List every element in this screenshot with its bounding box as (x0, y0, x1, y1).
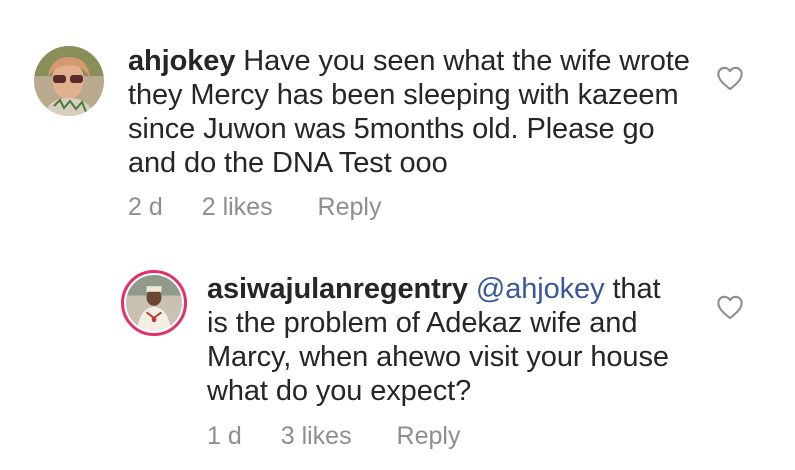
comment-username[interactable]: ahjokey (128, 45, 235, 77)
comment-1: ahjokey Have you seen what the wife wrot… (0, 0, 795, 240)
like-button[interactable] (716, 65, 744, 91)
comment-meta: 2 d 2 likes Reply (128, 193, 381, 222)
comment-likes[interactable]: 3 likes (281, 422, 352, 451)
heart-outline-icon (717, 295, 743, 320)
comment-body: asiwajulanregentry @ahjokey that is the … (207, 272, 682, 408)
reply-button[interactable]: Reply (318, 193, 382, 222)
comment-likes[interactable]: 2 likes (202, 193, 273, 222)
comment-2: asiwajulanregentry @ahjokey that is the … (0, 240, 795, 470)
comment-body: ahjokey Have you seen what the wife wrot… (128, 44, 708, 180)
avatar[interactable] (121, 270, 187, 336)
like-button[interactable] (716, 294, 744, 320)
comment-timestamp: 1 d (207, 422, 242, 450)
reply-button[interactable]: Reply (397, 422, 461, 451)
comment-timestamp: 2 d (128, 193, 163, 221)
user-avatar-icon (126, 275, 182, 331)
heart-outline-icon (717, 66, 743, 91)
comment-username[interactable]: asiwajulanregentry (207, 273, 468, 305)
comment-mention[interactable]: @ahjokey (476, 273, 605, 305)
comment-meta: 1 d 3 likes Reply (207, 422, 460, 451)
user-avatar-icon (34, 46, 104, 116)
avatar[interactable] (34, 46, 104, 116)
